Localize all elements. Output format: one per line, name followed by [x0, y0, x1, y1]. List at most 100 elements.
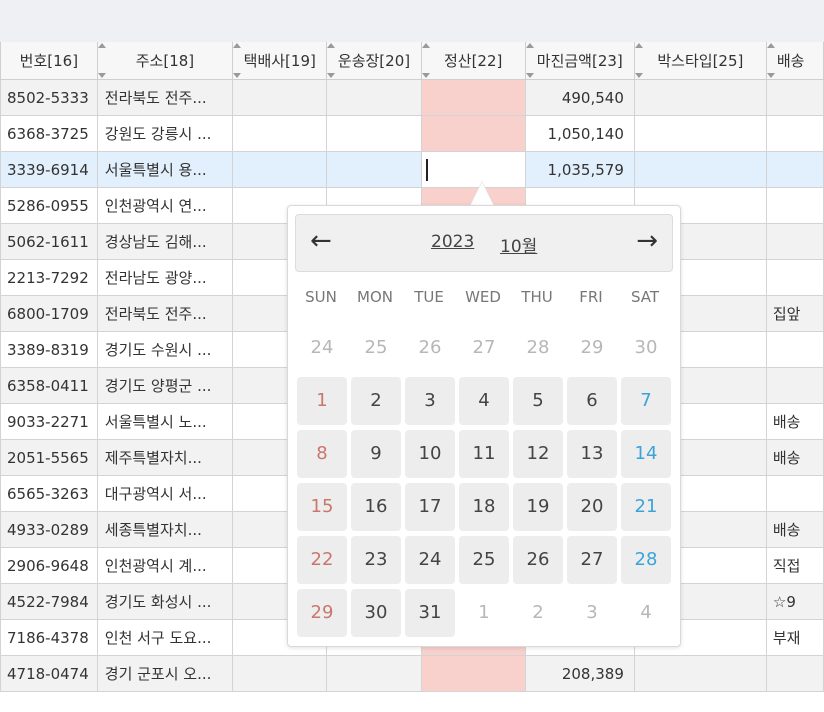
cell-phone[interactable]: 6800-1709	[0, 295, 98, 332]
cell-delivery[interactable]	[765, 223, 824, 260]
cell-address[interactable]: 인천광역시 계...	[96, 547, 234, 584]
cell-address[interactable]: 강원도 강릉시 ...	[96, 115, 234, 152]
cell-settlement[interactable]	[420, 79, 526, 116]
other-month-day[interactable]: 30	[621, 324, 671, 372]
cell-phone[interactable]: 3339-6914	[0, 151, 98, 188]
cell-tracking[interactable]	[326, 115, 422, 152]
cell-courier[interactable]	[232, 655, 328, 692]
calendar-day[interactable]: 1	[297, 377, 347, 425]
cell-courier[interactable]	[232, 151, 328, 188]
cell-delivery[interactable]: 배송	[765, 403, 824, 440]
cell-margin-amount[interactable]: 1,035,579	[524, 151, 635, 188]
cell-delivery[interactable]	[765, 79, 824, 116]
year-selector[interactable]: 2023	[431, 232, 474, 252]
calendar-day[interactable]: 8	[297, 430, 347, 478]
calendar-day[interactable]: 21	[621, 483, 671, 531]
other-month-day[interactable]: 25	[351, 324, 401, 372]
calendar-day[interactable]: 25	[459, 536, 509, 584]
cell-address[interactable]: 전라북도 전주...	[96, 79, 234, 116]
cell-delivery[interactable]	[765, 475, 824, 512]
calendar-day[interactable]: 4	[459, 377, 509, 425]
cell-address[interactable]: 경기도 양평군 ...	[96, 367, 234, 404]
calendar-day[interactable]: 28	[621, 536, 671, 584]
cell-delivery[interactable]	[765, 367, 824, 404]
cell-courier[interactable]	[232, 79, 328, 116]
cell-address[interactable]: 경기도 화성시 ...	[96, 583, 234, 620]
sort-asc-icon[interactable]	[635, 43, 643, 48]
calendar-day[interactable]: 22	[297, 536, 347, 584]
cell-address[interactable]: 세종특별자치...	[96, 511, 234, 548]
cell-margin-amount[interactable]: 490,540	[524, 79, 635, 116]
next-month-arrow-icon[interactable]: →	[636, 226, 658, 256]
cell-settlement[interactable]	[420, 655, 526, 692]
calendar-day[interactable]: 30	[351, 589, 401, 637]
other-month-day[interactable]: 26	[405, 324, 455, 372]
cell-box-type[interactable]	[633, 115, 767, 152]
sort-desc-icon[interactable]	[327, 73, 336, 78]
other-month-day[interactable]: 28	[513, 324, 563, 372]
other-month-day[interactable]: 27	[459, 324, 509, 372]
calendar-day[interactable]: 18	[459, 483, 509, 531]
column-header-phone[interactable]: 번호[16]	[0, 42, 98, 80]
sort-desc-icon[interactable]	[98, 73, 106, 78]
cell-settlement[interactable]	[420, 115, 526, 152]
column-header-address[interactable]: 주소[18]	[96, 42, 234, 80]
cell-delivery[interactable]: 부재	[765, 619, 824, 656]
cell-phone[interactable]: 8502-5333	[0, 79, 98, 116]
prev-month-arrow-icon[interactable]: ←	[310, 226, 332, 256]
column-header-box-type[interactable]: 박스타입[25]	[633, 42, 767, 80]
cell-phone[interactable]: 4933-0289	[0, 511, 98, 548]
other-month-day[interactable]: 24	[297, 324, 347, 372]
calendar-day[interactable]: 14	[621, 430, 671, 478]
sort-asc-icon[interactable]	[526, 43, 534, 48]
other-month-day[interactable]: 3	[567, 589, 617, 637]
cell-delivery[interactable]	[765, 259, 824, 296]
other-month-day[interactable]: 29	[567, 324, 617, 372]
calendar-day[interactable]: 20	[567, 483, 617, 531]
cell-box-type[interactable]	[633, 151, 767, 188]
cell-phone[interactable]: 4522-7984	[0, 583, 98, 620]
sort-asc-icon[interactable]	[98, 43, 106, 48]
column-header-courier[interactable]: 택배사[19]	[232, 42, 328, 80]
cell-address[interactable]: 인천 서구 도요...	[96, 619, 234, 656]
calendar-day[interactable]: 29	[297, 589, 347, 637]
cell-address[interactable]: 대구광역시 서...	[96, 475, 234, 512]
cell-phone[interactable]: 9033-2271	[0, 403, 98, 440]
cell-address[interactable]: 경기도 수원시 ...	[96, 331, 234, 368]
calendar-day[interactable]: 13	[567, 430, 617, 478]
cell-courier[interactable]	[232, 115, 328, 152]
table-row[interactable]: 6368-3725 강원도 강릉시 ... 1,050,140	[0, 115, 824, 152]
calendar-day[interactable]: 17	[405, 483, 455, 531]
table-row[interactable]: 8502-5333 전라북도 전주... 490,540	[0, 79, 824, 116]
cell-phone[interactable]: 2906-9648	[0, 547, 98, 584]
calendar-day[interactable]: 9	[351, 430, 401, 478]
cell-box-type[interactable]	[633, 79, 767, 116]
cell-address[interactable]: 경상남도 김해...	[96, 223, 234, 260]
calendar-day[interactable]: 6	[567, 377, 617, 425]
cell-phone[interactable]: 5286-0955	[0, 187, 98, 224]
cell-delivery[interactable]	[765, 187, 824, 224]
cell-tracking[interactable]	[326, 151, 422, 188]
table-row[interactable]: 3339-6914 서울특별시 용... 1,035,579	[0, 151, 824, 188]
cell-address[interactable]: 전라북도 전주...	[96, 295, 234, 332]
sort-asc-icon[interactable]	[422, 43, 430, 48]
column-header-margin[interactable]: 마진금액[23]	[524, 42, 635, 80]
calendar-day[interactable]: 5	[513, 377, 563, 425]
cell-phone[interactable]: 4718-0474	[0, 655, 98, 692]
column-header-settlement[interactable]: 정산[22]	[420, 42, 526, 80]
cell-box-type[interactable]	[633, 655, 767, 692]
cell-delivery[interactable]: ☆9	[765, 583, 824, 620]
cell-delivery[interactable]	[765, 331, 824, 368]
cell-phone[interactable]: 3389-8319	[0, 331, 98, 368]
calendar-day[interactable]: 24	[405, 536, 455, 584]
cell-delivery[interactable]: 배송	[765, 511, 824, 548]
cell-tracking[interactable]	[326, 655, 422, 692]
cell-delivery[interactable]: 배송	[765, 439, 824, 476]
sort-desc-icon[interactable]	[233, 73, 242, 78]
column-header-delivery[interactable]: 배송	[765, 42, 824, 80]
sort-desc-icon[interactable]	[422, 73, 430, 78]
cell-phone[interactable]: 2213-7292	[0, 259, 98, 296]
calendar-day[interactable]: 15	[297, 483, 347, 531]
cell-phone[interactable]: 6368-3725	[0, 115, 98, 152]
cell-delivery[interactable]	[765, 115, 824, 152]
